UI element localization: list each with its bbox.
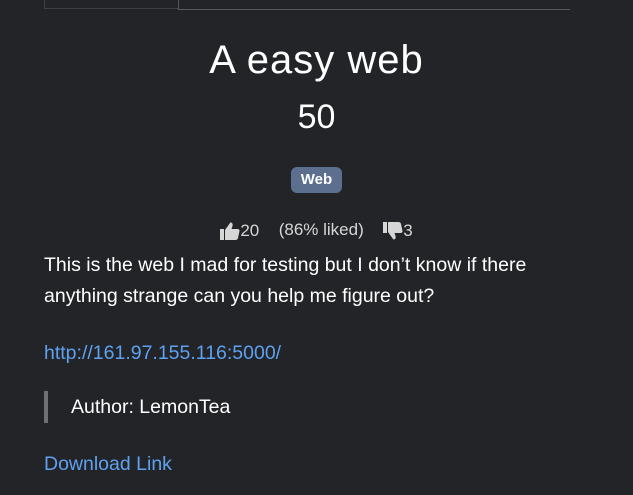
- challenge-url-link[interactable]: http://161.97.155.116:5000/: [44, 339, 281, 367]
- challenge-points: 50: [297, 98, 336, 136]
- dislike-button[interactable]: 3: [383, 218, 413, 244]
- like-button[interactable]: 20: [220, 218, 259, 244]
- download-link[interactable]: Download Link: [44, 450, 172, 478]
- author-blockquote: Author: LemonTea: [44, 391, 230, 423]
- like-count: 20: [240, 220, 260, 240]
- thumbs-down-icon: [383, 221, 403, 240]
- vote-summary: 20 (86% liked) 3: [0, 217, 633, 244]
- challenge-title: A easy web: [209, 38, 424, 82]
- liked-percent: (86% liked): [278, 220, 364, 239]
- category-badge-wrapper: Web: [0, 167, 633, 193]
- tab-inactive-border[interactable]: [178, 0, 570, 10]
- category-badge: Web: [290, 167, 343, 193]
- challenge-description: This is the web I mad for testing but I …: [44, 254, 527, 307]
- challenge-page: A easy web 50 Web 20 (86% liked) 3 This …: [0, 0, 633, 495]
- tab-active-border[interactable]: [44, 0, 178, 9]
- dislike-count: 3: [403, 220, 413, 240]
- tab-bar: [44, 0, 570, 10]
- thumbs-up-icon: [220, 222, 240, 240]
- author-text: Author: LemonTea: [71, 396, 231, 418]
- quote-bar: [44, 391, 48, 423]
